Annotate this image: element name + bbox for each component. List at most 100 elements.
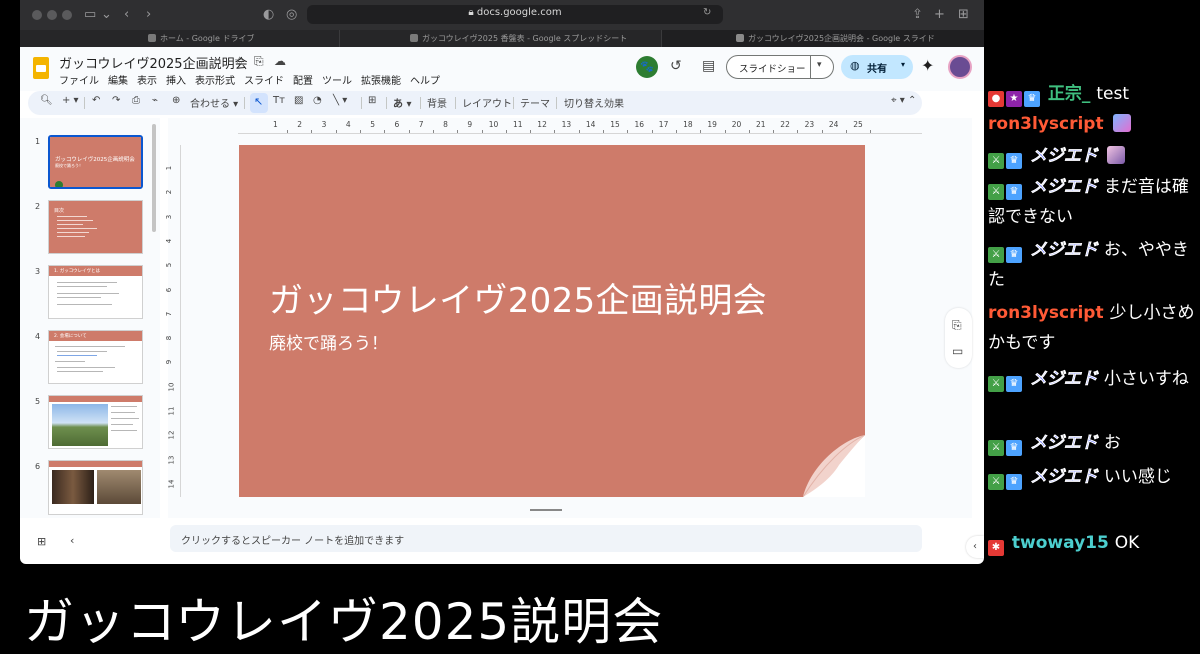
collaborator-avatar[interactable]: 🐾 [636,56,658,78]
background-button[interactable]: 背景 [427,95,447,110]
chevron-down-icon[interactable]: ⌄ [101,7,112,22]
chevron-down-icon[interactable]: ▾ [901,60,905,69]
chat-message: ⚔ ♛ メジエド お、ややきた [988,235,1198,295]
filmstrip-scrollbar[interactable] [152,124,156,232]
user-avatar[interactable] [948,55,972,79]
chevron-down-icon[interactable]: ▾ [817,60,822,70]
collapse-toolbar-icon[interactable]: ⌃ [908,95,916,106]
chat-message: ron3lyscript 少し小さめかもです [988,298,1198,358]
chat-username[interactable]: twoway15 [1012,533,1109,553]
slide-thumbnail-1[interactable]: ガッコウレイヴ2025企画説明会 廃校で踊ろう！ [48,135,143,189]
menu-tools[interactable]: ツール [322,76,352,87]
version-history-icon[interactable]: ↺ [670,58,682,74]
theme-button[interactable]: テーマ [520,95,550,110]
document-title[interactable]: ガッコウレイヴ2025企画説明会 [59,53,248,72]
menu-format[interactable]: 表示形式 [195,76,235,87]
menu-arrange[interactable]: 配置 [293,76,313,87]
line-icon[interactable]: ╲ ▾ [333,95,347,106]
browser-tab-sheets[interactable]: ガッコウレイヴ2025 香盤表 - Google スプレッドシート [340,30,662,47]
star-icon[interactable]: ☆ [234,54,245,68]
tab-overview-icon[interactable]: ⊞ [958,7,969,22]
redo-icon[interactable]: ↷ [112,95,120,106]
chat-username[interactable]: ron3lyscript [988,114,1104,134]
share-page-icon[interactable]: ⇪ [912,7,923,22]
chat-username[interactable]: メジエド [1030,433,1099,454]
zoom-select[interactable]: 合わせる ▾ [190,95,238,110]
text-style-button[interactable]: あ ▾ [393,95,412,110]
slide-subtitle[interactable]: 廃校で踊ろう！ [269,329,388,354]
divider [556,97,557,109]
slide-title[interactable]: ガッコウレイヴ2025企画説明会 [269,273,767,322]
privacy-shield-icon[interactable]: ◐ [263,7,274,22]
select-tool-button[interactable]: ↖ [250,93,268,113]
gemini-sparkle-icon[interactable]: ✦ [921,56,934,75]
chat-username[interactable]: メジエド [1030,177,1099,198]
menu-insert[interactable]: 挿入 [166,76,186,87]
template-icon[interactable]: ⎘ [952,318,962,333]
menu-edit[interactable]: 編集 [108,76,128,87]
menu-slide[interactable]: スライド [244,76,284,87]
horizontal-ruler[interactable]: 1 2 3 4 5 6 7 8 9 10 11 12 13 14 15 16 17 18 19 20 21 22 23 24 2… [238,120,922,134]
address-bar[interactable]: 🔒︎ docs.google.com ↻ [307,5,723,24]
speaker-notes[interactable]: クリックするとスピーカー ノートを追加できます [170,525,922,552]
ruler-mark: 24 [828,120,839,129]
minimize-window-button[interactable] [47,10,57,20]
chat-username[interactable]: メジエド [1030,240,1099,261]
transition-button[interactable]: 切り替え効果 [564,95,624,110]
forward-icon[interactable]: › [146,7,151,22]
expand-side-panel-icon[interactable]: ‹ [966,536,984,558]
chat-username[interactable]: メジエド [1030,146,1099,167]
chat-username[interactable]: メジエド [1030,369,1099,390]
close-window-button[interactable] [32,10,42,20]
move-folder-icon[interactable]: ⎘ [254,54,264,69]
current-slide[interactable]: ガッコウレイヴ2025企画説明会 廃校で踊ろう！ [239,145,865,497]
print-icon[interactable]: ⎙ [132,95,140,106]
search-menus-icon[interactable]: 🔍︎ [40,95,53,106]
notes-resize-handle[interactable] [530,509,562,511]
paint-format-icon[interactable]: ⌁ [152,95,158,106]
browser-tab-slides[interactable]: ガッコウレイヴ2025企画説明会 - Google スライド [662,30,984,47]
crown-badge-icon: ♛ [1006,440,1022,456]
share-button[interactable]: ◍ 共有 ▾ [841,55,913,79]
text-style-label: あ [393,99,403,110]
reload-icon[interactable]: ↻ [703,7,711,18]
menu-file[interactable]: ファイル [59,76,99,87]
comment-add-icon[interactable]: ⊞ [368,95,376,106]
vertical-ruler[interactable]: 1 2 3 4 5 6 7 8 9 10 11 12 13 14 [165,145,181,497]
folder-icon[interactable]: ▭ [952,344,963,358]
ruler-mark: 2 [165,190,174,195]
undo-icon[interactable]: ↶ [92,95,100,106]
back-icon[interactable]: ‹ [124,7,129,22]
menu-help[interactable]: ヘルプ [410,76,440,87]
shape-icon[interactable]: ◔ [313,95,322,106]
slide-thumbnail-2[interactable]: 目次 [48,200,143,254]
new-slide-icon[interactable]: + ▾ [62,95,79,106]
slides-logo-icon[interactable] [33,57,49,79]
slide-thumbnail-3[interactable]: 1. ガッコウレイヴとは [48,265,143,319]
grid-view-icon[interactable]: ⊞ [37,535,46,548]
zoom-icon[interactable]: ⊕ [172,95,180,106]
sidebar-toggle-icon[interactable]: ▭ [84,7,96,22]
chat-message: ⚔ ♛ メジエド まだ音は確認できない [988,172,1198,232]
text-box-icon[interactable]: Tᴛ [273,95,285,106]
browser-tab-drive[interactable]: ホーム - Google ドライブ [20,30,340,47]
menu-view[interactable]: 表示 [137,76,157,87]
pen-mode-icon[interactable]: ⌖ ▾ [891,95,905,106]
slide-thumbnail-5[interactable] [48,395,143,449]
menu-extensions[interactable]: 拡張機能 [361,76,401,87]
layout-button[interactable]: レイアウト [462,95,512,110]
comments-icon[interactable]: ▤ [702,58,715,74]
chat-username[interactable]: メジエド [1030,467,1099,488]
collapse-filmstrip-icon[interactable]: ‹ [70,534,74,547]
chat-username[interactable]: 正宗_ [1048,84,1091,104]
tracker-icon[interactable]: ◎ [286,7,297,22]
cloud-saved-icon[interactable]: ☁ [274,54,286,68]
slideshow-label: スライドショー [739,64,806,75]
image-insert-icon[interactable]: ▨ [294,95,303,106]
slide-thumbnail-6[interactable] [48,460,143,515]
new-tab-icon[interactable]: + [934,7,945,22]
slideshow-button[interactable]: スライドショー ▾ [726,55,834,79]
slide-thumbnail-4[interactable]: 2. 会場について [48,330,143,384]
zoom-window-button[interactable] [62,10,72,20]
chat-username[interactable]: ron3lyscript [988,303,1104,323]
